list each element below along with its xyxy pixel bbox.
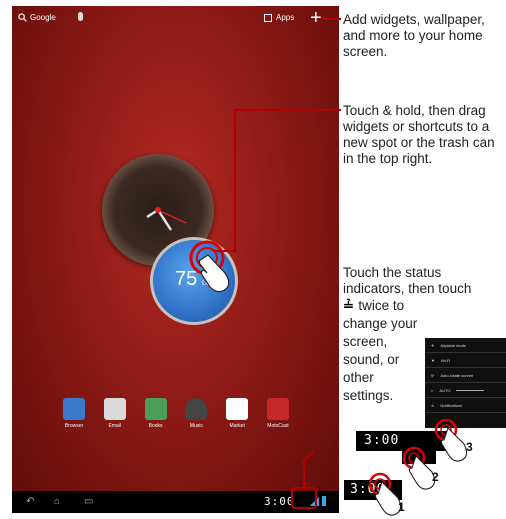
settings-toggle-icon: ≟ bbox=[343, 298, 354, 313]
callout-status-line2-wrap: ≟ twice to change your screen, sound, or… bbox=[343, 297, 427, 405]
quick-settings-panel: ✈ Airplane mode ▼ Wi-Fi ⟳ Auto-rotate scree… bbox=[425, 338, 506, 428]
callout-touch-hold: Touch & hold, then drag widgets or short… bbox=[343, 103, 495, 166]
step-hands-illustration bbox=[368, 418, 468, 516]
airplane-icon: ✈ bbox=[431, 342, 435, 348]
setting-notifications[interactable]: ≟ Notifications bbox=[425, 398, 506, 413]
step-number-1: 1 bbox=[398, 500, 405, 514]
setting-wifi[interactable]: ▼ Wi-Fi bbox=[425, 353, 506, 368]
setting-label: Wi-Fi bbox=[440, 357, 451, 363]
step-number-2: 2 bbox=[432, 470, 439, 484]
setting-airplane-mode[interactable]: ✈ Airplane mode bbox=[425, 338, 506, 353]
setting-label: Auto-rotate screen bbox=[440, 372, 474, 378]
setting-label: Notifications bbox=[440, 402, 463, 408]
settings-toggle-icon: ≟ bbox=[431, 402, 435, 408]
step-number-3: 3 bbox=[466, 440, 473, 454]
rotate-icon: ⟳ bbox=[431, 372, 435, 378]
callout-status-line2: twice to change your screen, sound, or o… bbox=[343, 298, 418, 403]
setting-auto-rotate[interactable]: ⟳ Auto-rotate screen bbox=[425, 368, 506, 383]
callout-add-widgets: Add widgets, wallpaper, and more to your… bbox=[343, 12, 485, 59]
setting-label: Airplane mode bbox=[440, 342, 467, 348]
brightness-slider[interactable] bbox=[456, 389, 485, 391]
setting-brightness[interactable]: ◐ AUTO bbox=[425, 383, 506, 398]
callout-status-line1: Touch the status indicators, then touch bbox=[343, 265, 472, 296]
setting-label: AUTO bbox=[439, 387, 451, 393]
brightness-icon: ◐ bbox=[431, 387, 434, 393]
wifi-icon: ▼ bbox=[431, 357, 435, 363]
